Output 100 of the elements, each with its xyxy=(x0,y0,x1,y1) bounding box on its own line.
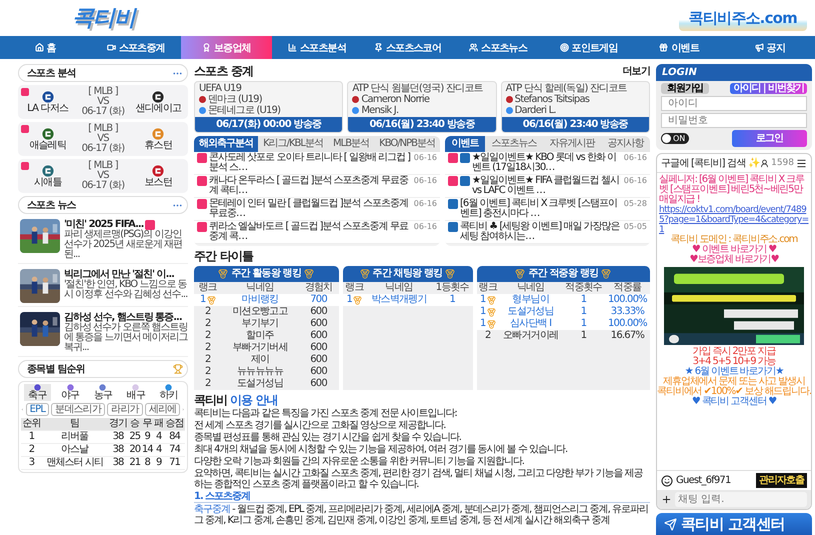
guide-link[interactable]: 축구중계 xyxy=(194,504,230,515)
board-tab[interactable]: KBO/NPB분석 xyxy=(374,136,440,152)
password-field[interactable]: 비밀번호 xyxy=(661,113,807,128)
login-button[interactable]: 로그인 xyxy=(732,130,807,147)
nav-item[interactable]: 홈 xyxy=(0,36,91,59)
post-row[interactable]: 콕티비 ♣ [세팅왕 이벤트] 매일 가장많은 세팅 참여하시는… 05-05 xyxy=(445,221,650,244)
nav-item[interactable]: 스포츠분석 xyxy=(272,36,362,59)
table-cell: 박스벽개펭기 xyxy=(366,294,432,306)
table-cell-text: 600 xyxy=(309,330,328,342)
section-title: 스포츠 뉴스 xyxy=(27,199,76,212)
more-link[interactable]: 더보기 xyxy=(622,64,650,78)
team-logo-icon xyxy=(42,164,54,176)
board-tab[interactable]: K리그/KBL분석 xyxy=(258,136,328,152)
table-cell: 1 xyxy=(562,306,605,318)
find-account-button[interactable]: 아이디 | 비번찾기 xyxy=(730,83,807,94)
admin-call-button[interactable]: 관리자호출 xyxy=(756,473,807,488)
table-cell: 오빠거거이레 xyxy=(499,330,562,342)
nav-item[interactable]: 스포츠중계 xyxy=(90,36,182,59)
league-tab[interactable]: 분데스리가 xyxy=(51,403,106,416)
post-title: 퀴라소 엘살바도르 [ 골드컵 ]분석 스포츠중계 무료중계 콕… xyxy=(209,222,410,242)
news-title[interactable]: 빅리그에서 만난 '절친' 이... xyxy=(64,269,188,280)
nav-item[interactable]: 이벤트 xyxy=(634,36,724,59)
column-header: 팀 xyxy=(42,418,108,430)
table-cell: 2 xyxy=(204,319,211,329)
sport-tab[interactable]: 배구 xyxy=(122,384,149,401)
sport-tab[interactable]: 야구 xyxy=(56,384,84,401)
medal-icon xyxy=(601,269,612,279)
nav-icon xyxy=(469,43,478,52)
table-cell: 2 xyxy=(485,331,491,341)
match-card[interactable]: 애슬레틱 [ MLB ] VS 06-17 (화) 휴스턴 xyxy=(18,122,188,156)
table-cell: 38 xyxy=(107,456,128,470)
table-cell: 리버풀 xyxy=(42,430,108,444)
board-tab[interactable]: 스포츠뉴스 xyxy=(485,136,543,152)
league-tab[interactable]: EPL xyxy=(26,403,50,416)
chat-line: 콕티비에서 ✔100%✔ 보상 해드립니다. xyxy=(657,387,811,397)
post-row[interactable]: 몬테레이 인터 밀란 [ 클럽월드컵 ]분석 스포츠중계 무료중… 06-16 xyxy=(194,198,440,221)
post-row[interactable]: [6월 이벤트] 콕티비 X 크루벳 [스탬프이벤트] 충전시마다 … 05-28 xyxy=(445,198,650,221)
guide-point: 종목별 편성표를 통해 관심 있는 경기 시간을 쉽게 찾을 수 있습니다. xyxy=(194,432,462,443)
table-cell: 1 xyxy=(432,294,473,306)
nav-item[interactable]: 공지 xyxy=(724,36,815,59)
match-card[interactable]: LA 다저스 [ MLB ] VS 06-17 (화) 샌디에이고 xyxy=(18,85,188,119)
board-tab[interactable]: MLB분석 xyxy=(328,136,374,152)
nav-icon xyxy=(374,43,383,52)
board-tab[interactable]: 자유게시판 xyxy=(543,136,601,152)
nav-item[interactable]: 스포츠스코어 xyxy=(362,36,453,59)
domain-text: 콕티비 도메인 : 콕티비주소.com xyxy=(670,235,798,245)
toggle-switch[interactable]: ON xyxy=(661,133,690,144)
guest-name: Guest_6f971 xyxy=(676,475,732,486)
broadcast-card[interactable]: UEFA U19 덴마크 (U19) 몬테네그로 (U19) 06/17(화) 00:00 방송중 xyxy=(194,81,344,133)
sport-tab[interactable]: 축구 xyxy=(24,384,51,401)
team-name: 샌디에이고 xyxy=(135,102,182,114)
chat-input[interactable]: 채팅 입력. xyxy=(675,492,807,507)
post-date: 06-16 xyxy=(414,176,437,185)
column-header: 무 xyxy=(140,418,154,430)
team-logo-icon xyxy=(42,128,54,140)
nav-item[interactable]: 보증업체 xyxy=(181,36,272,59)
nav-item[interactable]: 스포츠뉴스 xyxy=(452,36,544,59)
league-tab[interactable]: 라리가 xyxy=(107,403,143,416)
post-row[interactable]: 퀴라소 엘살바도르 [ 골드컵 ]분석 스포츠중계 무료중계 콕… 06-16 xyxy=(194,221,440,244)
post-row[interactable]: ★일일이벤트★ KBO 롯데 vs 한화 이벤트 (17일18시30… 06-16 xyxy=(445,152,650,175)
chat-link[interactable]: https://coktv1.com/board/event/74895?page=1&boardType=4&category=1 xyxy=(659,205,809,235)
column-header: 닉네임 xyxy=(222,282,299,294)
nav-icon xyxy=(754,43,764,52)
medal-icon xyxy=(218,269,228,279)
board-tab[interactable]: 해외축구분석 xyxy=(194,136,258,152)
column-header: 경기 xyxy=(107,418,128,430)
nav-item[interactable]: 포인트게임 xyxy=(543,36,634,59)
news-title[interactable]: '미친' 2025 FIFA... xyxy=(64,219,188,230)
chat-message: 실페니저: [6월 이벤트] 콕티비 X 크루벳 [스탬프이벤트] 베린5천~베린5만 매일지급 ! xyxy=(659,175,806,205)
post-row[interactable]: 콘사도레 삿포로 오이타 트리니타 [ 일왕배 리그컵 ]분석 스… 06-16 xyxy=(194,152,440,175)
team-name: 보스턴 xyxy=(144,176,172,188)
match-card[interactable]: 시애틀 [ MLB ] VS 06-17 (화) 보스턴 xyxy=(18,159,188,193)
table-cell: 1 xyxy=(480,307,486,317)
board-tab[interactable]: 공지사항 xyxy=(601,136,650,152)
broadcast-card[interactable]: ATP 단식 윔블던(영국) 잔디코트 Cameron Norrie Mensik J. 06/16(월) 23:40 방송중 xyxy=(347,81,497,133)
vs-label: VS xyxy=(97,171,109,181)
match-date: 06-17 (화) xyxy=(82,181,124,191)
league-label: [ MLB ] xyxy=(88,124,118,134)
id-field[interactable]: 아이디 xyxy=(661,96,807,111)
post-title: 콘사도레 삿포로 오이타 트리니타 [ 일왕배 리그컵 ]분석 스… xyxy=(209,153,412,173)
column-header: 닉네임 xyxy=(366,282,432,294)
support-banner[interactable]: 콕티비 고객센터 xyxy=(656,513,812,535)
away-dot-icon xyxy=(352,107,360,114)
league-name: ATP 단식 윔블던(영국) 잔디코트 xyxy=(351,82,484,94)
board-tab[interactable]: 이벤트 xyxy=(445,136,485,152)
menu-icon[interactable] xyxy=(796,158,807,168)
post-row[interactable]: 캐나다 온두라스 [ 골드컵 ]분석 스포츠중계 무료중계 콕티… 06-16 xyxy=(194,175,440,198)
league-tab[interactable]: 세리에 xyxy=(144,403,180,416)
sport-tab[interactable]: 농구 xyxy=(90,384,116,401)
add-icon[interactable] xyxy=(661,494,672,505)
table-cell: 4 xyxy=(154,444,164,456)
column-header: 승 xyxy=(128,418,141,430)
site-logo[interactable]: 콕티비 xyxy=(72,3,135,33)
post-row[interactable]: ★일일이벤트★ FIFA 클럽월드컵 첼시 vs LAFC 이벤트 … 06-16 xyxy=(445,175,650,198)
broadcast-card[interactable]: ATP 단식 할레(독일) 잔디코트 Stefanos Tsitsipas Darderi L. 06/16(월) 23:40 방송중 xyxy=(500,81,650,133)
signup-button[interactable]: 회원가입 xyxy=(661,83,709,94)
team-name: 시애틀 xyxy=(34,176,62,188)
sport-tab[interactable]: 하키 xyxy=(155,384,182,401)
news-title[interactable]: 김하성 선수, 햄스트링 통증... xyxy=(64,312,188,323)
section-title: 주간 타이틀 xyxy=(194,249,254,263)
